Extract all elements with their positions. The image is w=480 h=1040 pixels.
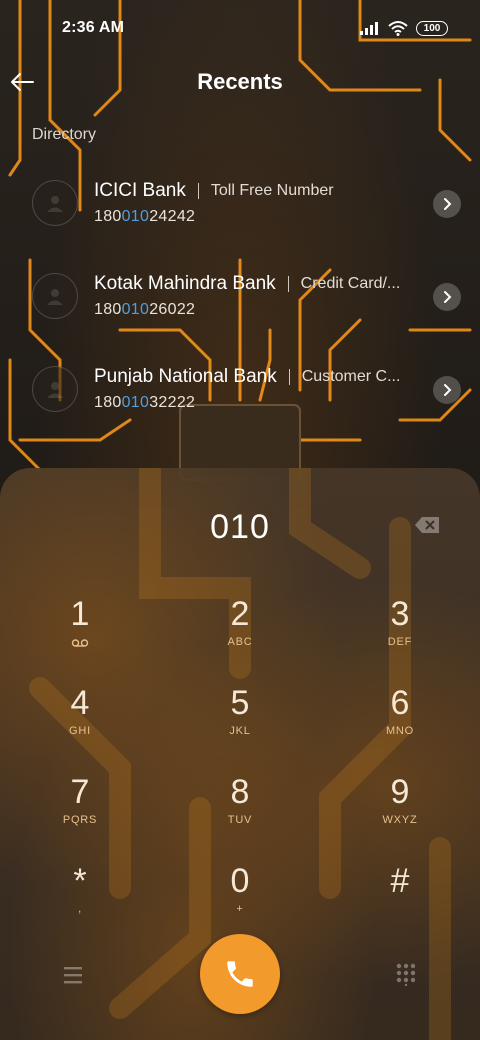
voicemail-icon: [71, 639, 89, 647]
chevron-right-icon: [444, 291, 452, 303]
contact-description: Credit Card/...: [300, 275, 401, 292]
contact-placeholder-icon: [47, 382, 63, 398]
backspace-icon[interactable]: [414, 516, 440, 534]
contact-list: ICICI Bank Toll Free Number 18001024242 …: [0, 156, 480, 435]
dialpad-icon[interactable]: [394, 962, 418, 986]
contact-number: 18001032222: [94, 394, 196, 411]
details-button[interactable]: [433, 190, 461, 218]
divider: [197, 183, 199, 199]
key-0[interactable]: 0 +: [180, 861, 300, 941]
key-9[interactable]: 9 WXYZ: [340, 772, 460, 852]
page-title: Recents: [197, 69, 283, 94]
details-button[interactable]: [433, 283, 461, 311]
arrow-left-icon: [11, 73, 34, 91]
key-1[interactable]: 1: [20, 594, 140, 674]
number-match-highlight: 010: [121, 394, 150, 411]
list-item[interactable]: Punjab National Bank Customer C... 18001…: [0, 342, 480, 435]
call-button[interactable]: [200, 934, 280, 1014]
key-star[interactable]: * ,: [20, 861, 140, 941]
divider: [287, 276, 289, 292]
avatar: [32, 366, 78, 412]
key-4[interactable]: 4 GHI: [20, 683, 140, 763]
wifi-icon: [388, 21, 408, 36]
contact-placeholder-icon: [47, 196, 63, 212]
contact-description: Toll Free Number: [210, 182, 334, 199]
key-3[interactable]: 3 DEF: [340, 594, 460, 674]
key-7[interactable]: 7 PQRS: [20, 772, 140, 852]
chevron-right-icon: [444, 384, 452, 396]
key-8[interactable]: 8 TUV: [180, 772, 300, 852]
contact-name: Punjab National Bank: [94, 366, 277, 387]
key-hash[interactable]: #: [340, 861, 460, 941]
section-label-directory: Directory: [32, 126, 97, 143]
back-button[interactable]: [6, 66, 38, 98]
contact-name: Kotak Mahindra Bank: [94, 273, 276, 294]
key-2[interactable]: 2 ABC: [180, 594, 300, 674]
key-5[interactable]: 5 JKL: [180, 683, 300, 763]
details-button[interactable]: [433, 376, 461, 404]
list-item[interactable]: ICICI Bank Toll Free Number 18001024242: [0, 156, 480, 249]
list-item[interactable]: Kotak Mahindra Bank Credit Card/... 1800…: [0, 249, 480, 342]
contact-number: 18001024242: [94, 208, 196, 225]
phone-icon: [227, 961, 253, 987]
dialer-panel: 010 1 2 ABC 3 DEF 4 GHI 5 JKL 6 MNO 7 PQ…: [0, 468, 480, 1040]
menu-icon[interactable]: [60, 964, 86, 986]
number-match-highlight: 010: [121, 208, 150, 225]
status-time: 2:36 AM: [62, 19, 125, 36]
number-match-highlight: 010: [121, 301, 150, 318]
chevron-right-icon: [444, 198, 452, 210]
contact-name: ICICI Bank: [94, 180, 186, 201]
key-6[interactable]: 6 MNO: [340, 683, 460, 763]
dialed-number-display: 010: [210, 508, 270, 546]
status-bar: 2:36 AM 100: [0, 0, 480, 56]
divider: [288, 369, 290, 385]
avatar: [32, 180, 78, 226]
battery-indicator: 100: [416, 20, 448, 36]
signal-icon: [360, 22, 378, 35]
contact-number: 18001026022: [94, 301, 196, 318]
contact-description: Customer C...: [301, 368, 401, 385]
app-header: Recents: [0, 56, 480, 108]
avatar: [32, 273, 78, 319]
contact-placeholder-icon: [47, 289, 63, 305]
